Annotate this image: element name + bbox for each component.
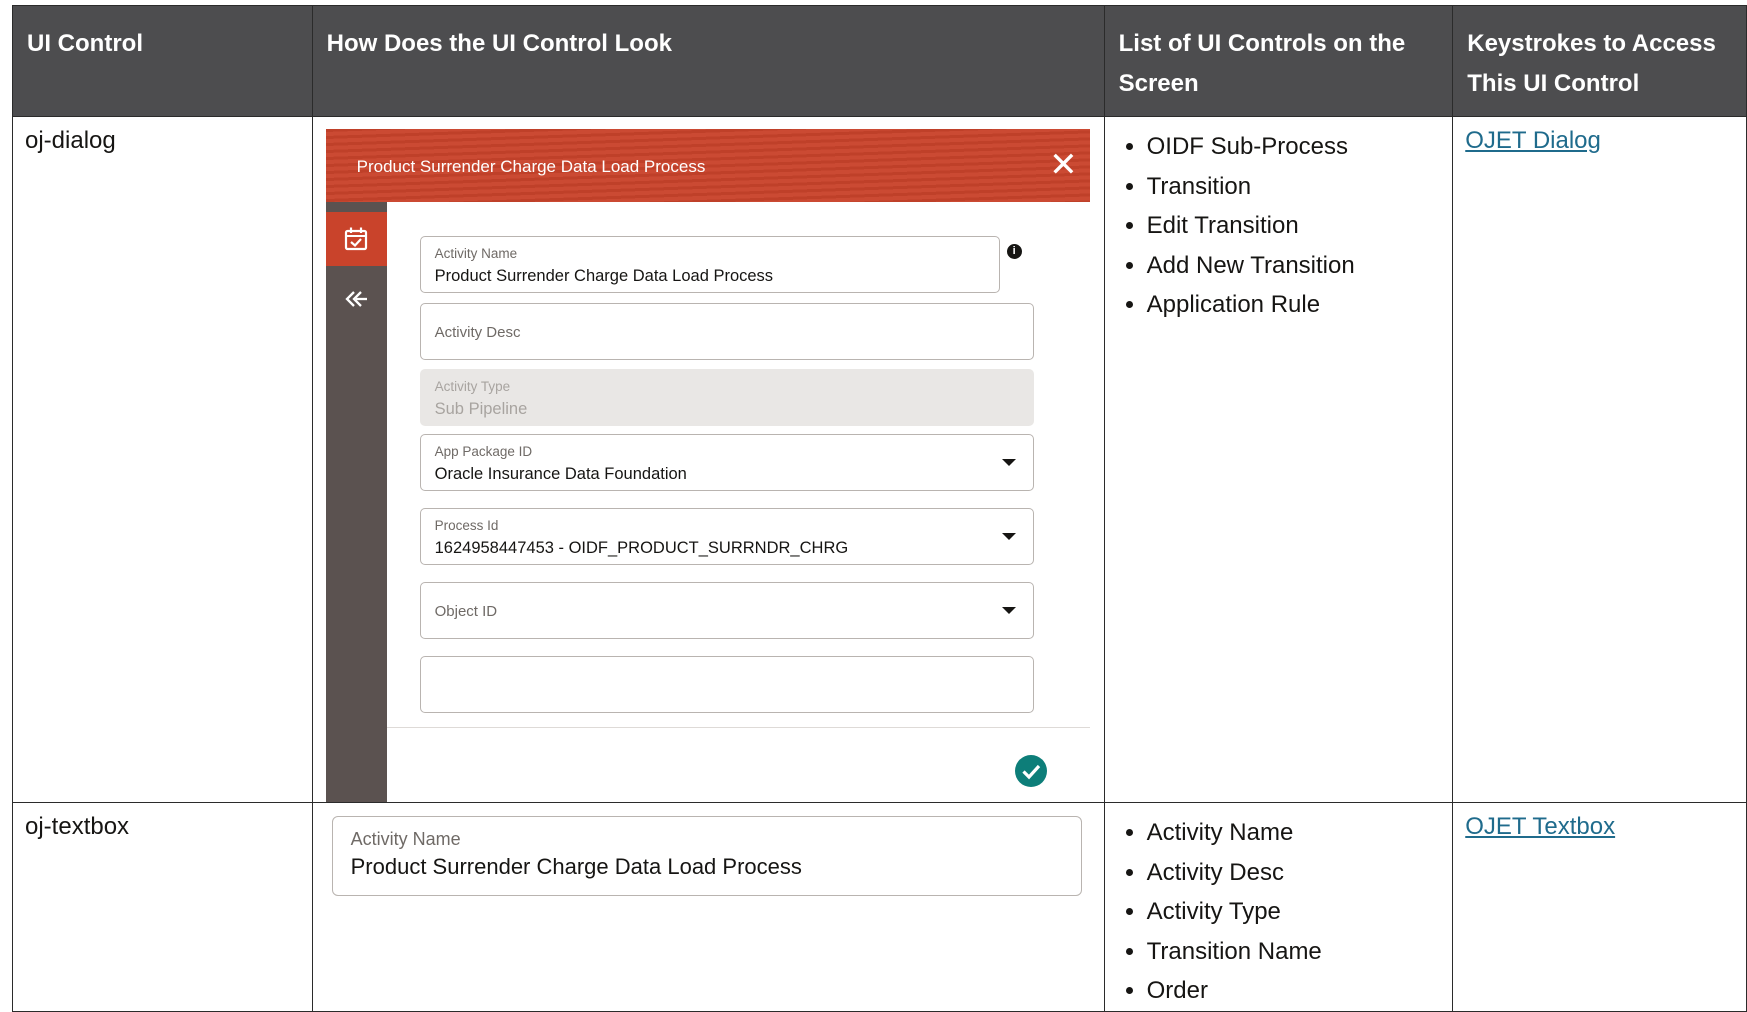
ojet-textbox-link[interactable]: OJET Textbox xyxy=(1465,813,1615,840)
controls-list: OIDF Sub-Process Transition Edit Transit… xyxy=(1117,127,1441,325)
keystrokes-cell: OJET Textbox xyxy=(1452,802,1747,1012)
check-circle-icon[interactable] xyxy=(1014,754,1048,788)
chevron-down-icon[interactable] xyxy=(1001,607,1016,614)
table-header-row: UI Control How Does the UI Control Look … xyxy=(12,5,1747,117)
dialog-form: Activity Name Product Surrender Charge D… xyxy=(387,202,1090,727)
next-field[interactable] xyxy=(419,656,1034,713)
control-name-cell: oj-dialog xyxy=(12,116,313,803)
activity-type-label: Activity Type xyxy=(434,379,511,394)
calendar-check-icon xyxy=(344,227,367,251)
table-row: oj-dialog Product Surrender Charge Data … xyxy=(12,116,1747,803)
header-keystrokes: Keystrokes to Access This UI Control xyxy=(1452,5,1747,117)
chevron-down-icon[interactable] xyxy=(1001,459,1016,466)
keystrokes-cell: OJET Dialog xyxy=(1452,116,1747,803)
control-name-cell: oj-textbox xyxy=(12,802,313,1012)
controls-list: Activity Name Activity Desc Activity Typ… xyxy=(1117,813,1441,1011)
list-item: Transition Name xyxy=(1147,932,1441,972)
chevron-down-icon[interactable] xyxy=(1001,533,1016,540)
object-id-label: Object ID xyxy=(434,603,498,620)
activity-name-field[interactable]: Activity Name Product Surrender Charge D… xyxy=(419,236,1000,293)
list-item: Activity Name xyxy=(1147,813,1441,853)
list-item: Activity Type xyxy=(1147,892,1441,932)
list-item: Activity Desc xyxy=(1147,853,1441,893)
process-id-label: Process Id xyxy=(434,518,499,533)
ojet-dialog-link[interactable]: OJET Dialog xyxy=(1465,127,1601,154)
activity-name-label: Activity Name xyxy=(434,246,518,261)
control-look-cell: Product Surrender Charge Data Load Proce… xyxy=(311,116,1105,803)
dialog-side-rail xyxy=(325,202,387,802)
header-ui-control: UI Control xyxy=(12,5,313,117)
activity-name-value: Product Surrender Charge Data Load Proce… xyxy=(434,267,774,285)
dialog-title: Product Surrender Charge Data Load Proce… xyxy=(356,157,706,176)
dialog-header: Product Surrender Charge Data Load Proce… xyxy=(325,129,1090,202)
activity-name-textbox[interactable]: Activity Name Product Surrender Charge D… xyxy=(331,816,1082,896)
activity-desc-label: Activity Desc xyxy=(434,324,521,341)
process-id-select[interactable]: Process Id 1624958447453 - OIDF_PRODUCT_… xyxy=(419,508,1034,565)
activity-type-value: Sub Pipeline xyxy=(434,400,528,418)
activity-desc-field[interactable]: Activity Desc xyxy=(419,303,1034,360)
dialog-footer-divider xyxy=(386,727,1090,728)
header-controls-list: List of UI Controls on the Screen xyxy=(1103,5,1454,117)
controls-list-cell: Activity Name Activity Desc Activity Typ… xyxy=(1103,802,1454,1012)
list-item: Transition xyxy=(1147,167,1441,207)
controls-list-cell: OIDF Sub-Process Transition Edit Transit… xyxy=(1103,116,1454,803)
object-id-select[interactable]: Object ID xyxy=(419,582,1034,639)
dialog-preview: Product Surrender Charge Data Load Proce… xyxy=(325,129,1090,802)
table-row: oj-textbox Activity Name Product Surrend… xyxy=(12,802,1747,1012)
list-item: Order xyxy=(1147,971,1441,1011)
ui-controls-table: UI Control How Does the UI Control Look … xyxy=(12,5,1747,1012)
list-item: Application Rule xyxy=(1147,285,1441,325)
app-package-id-value: Oracle Insurance Data Foundation xyxy=(434,465,687,483)
process-id-value: 1624958447453 - OIDF_PRODUCT_SURRNDR_CHR… xyxy=(434,539,849,557)
rail-item-activity[interactable] xyxy=(325,212,387,266)
textbox-label: Activity Name xyxy=(350,829,461,849)
close-icon[interactable]: ✕ xyxy=(1049,147,1078,183)
list-item: OIDF Sub-Process xyxy=(1147,127,1441,167)
collapse-icon[interactable] xyxy=(341,284,371,314)
textbox-value: Product Surrender Charge Data Load Proce… xyxy=(350,854,802,879)
app-package-id-select[interactable]: App Package ID Oracle Insurance Data Fou… xyxy=(419,434,1034,491)
control-look-cell: Activity Name Product Surrender Charge D… xyxy=(311,802,1105,1012)
list-item: Edit Transition xyxy=(1147,206,1441,246)
app-package-id-label: App Package ID xyxy=(434,444,533,459)
activity-type-field: Activity Type Sub Pipeline xyxy=(419,369,1034,426)
header-look: How Does the UI Control Look xyxy=(311,5,1105,117)
info-icon[interactable]: i xyxy=(1006,244,1022,259)
list-item: Add New Transition xyxy=(1147,246,1441,286)
